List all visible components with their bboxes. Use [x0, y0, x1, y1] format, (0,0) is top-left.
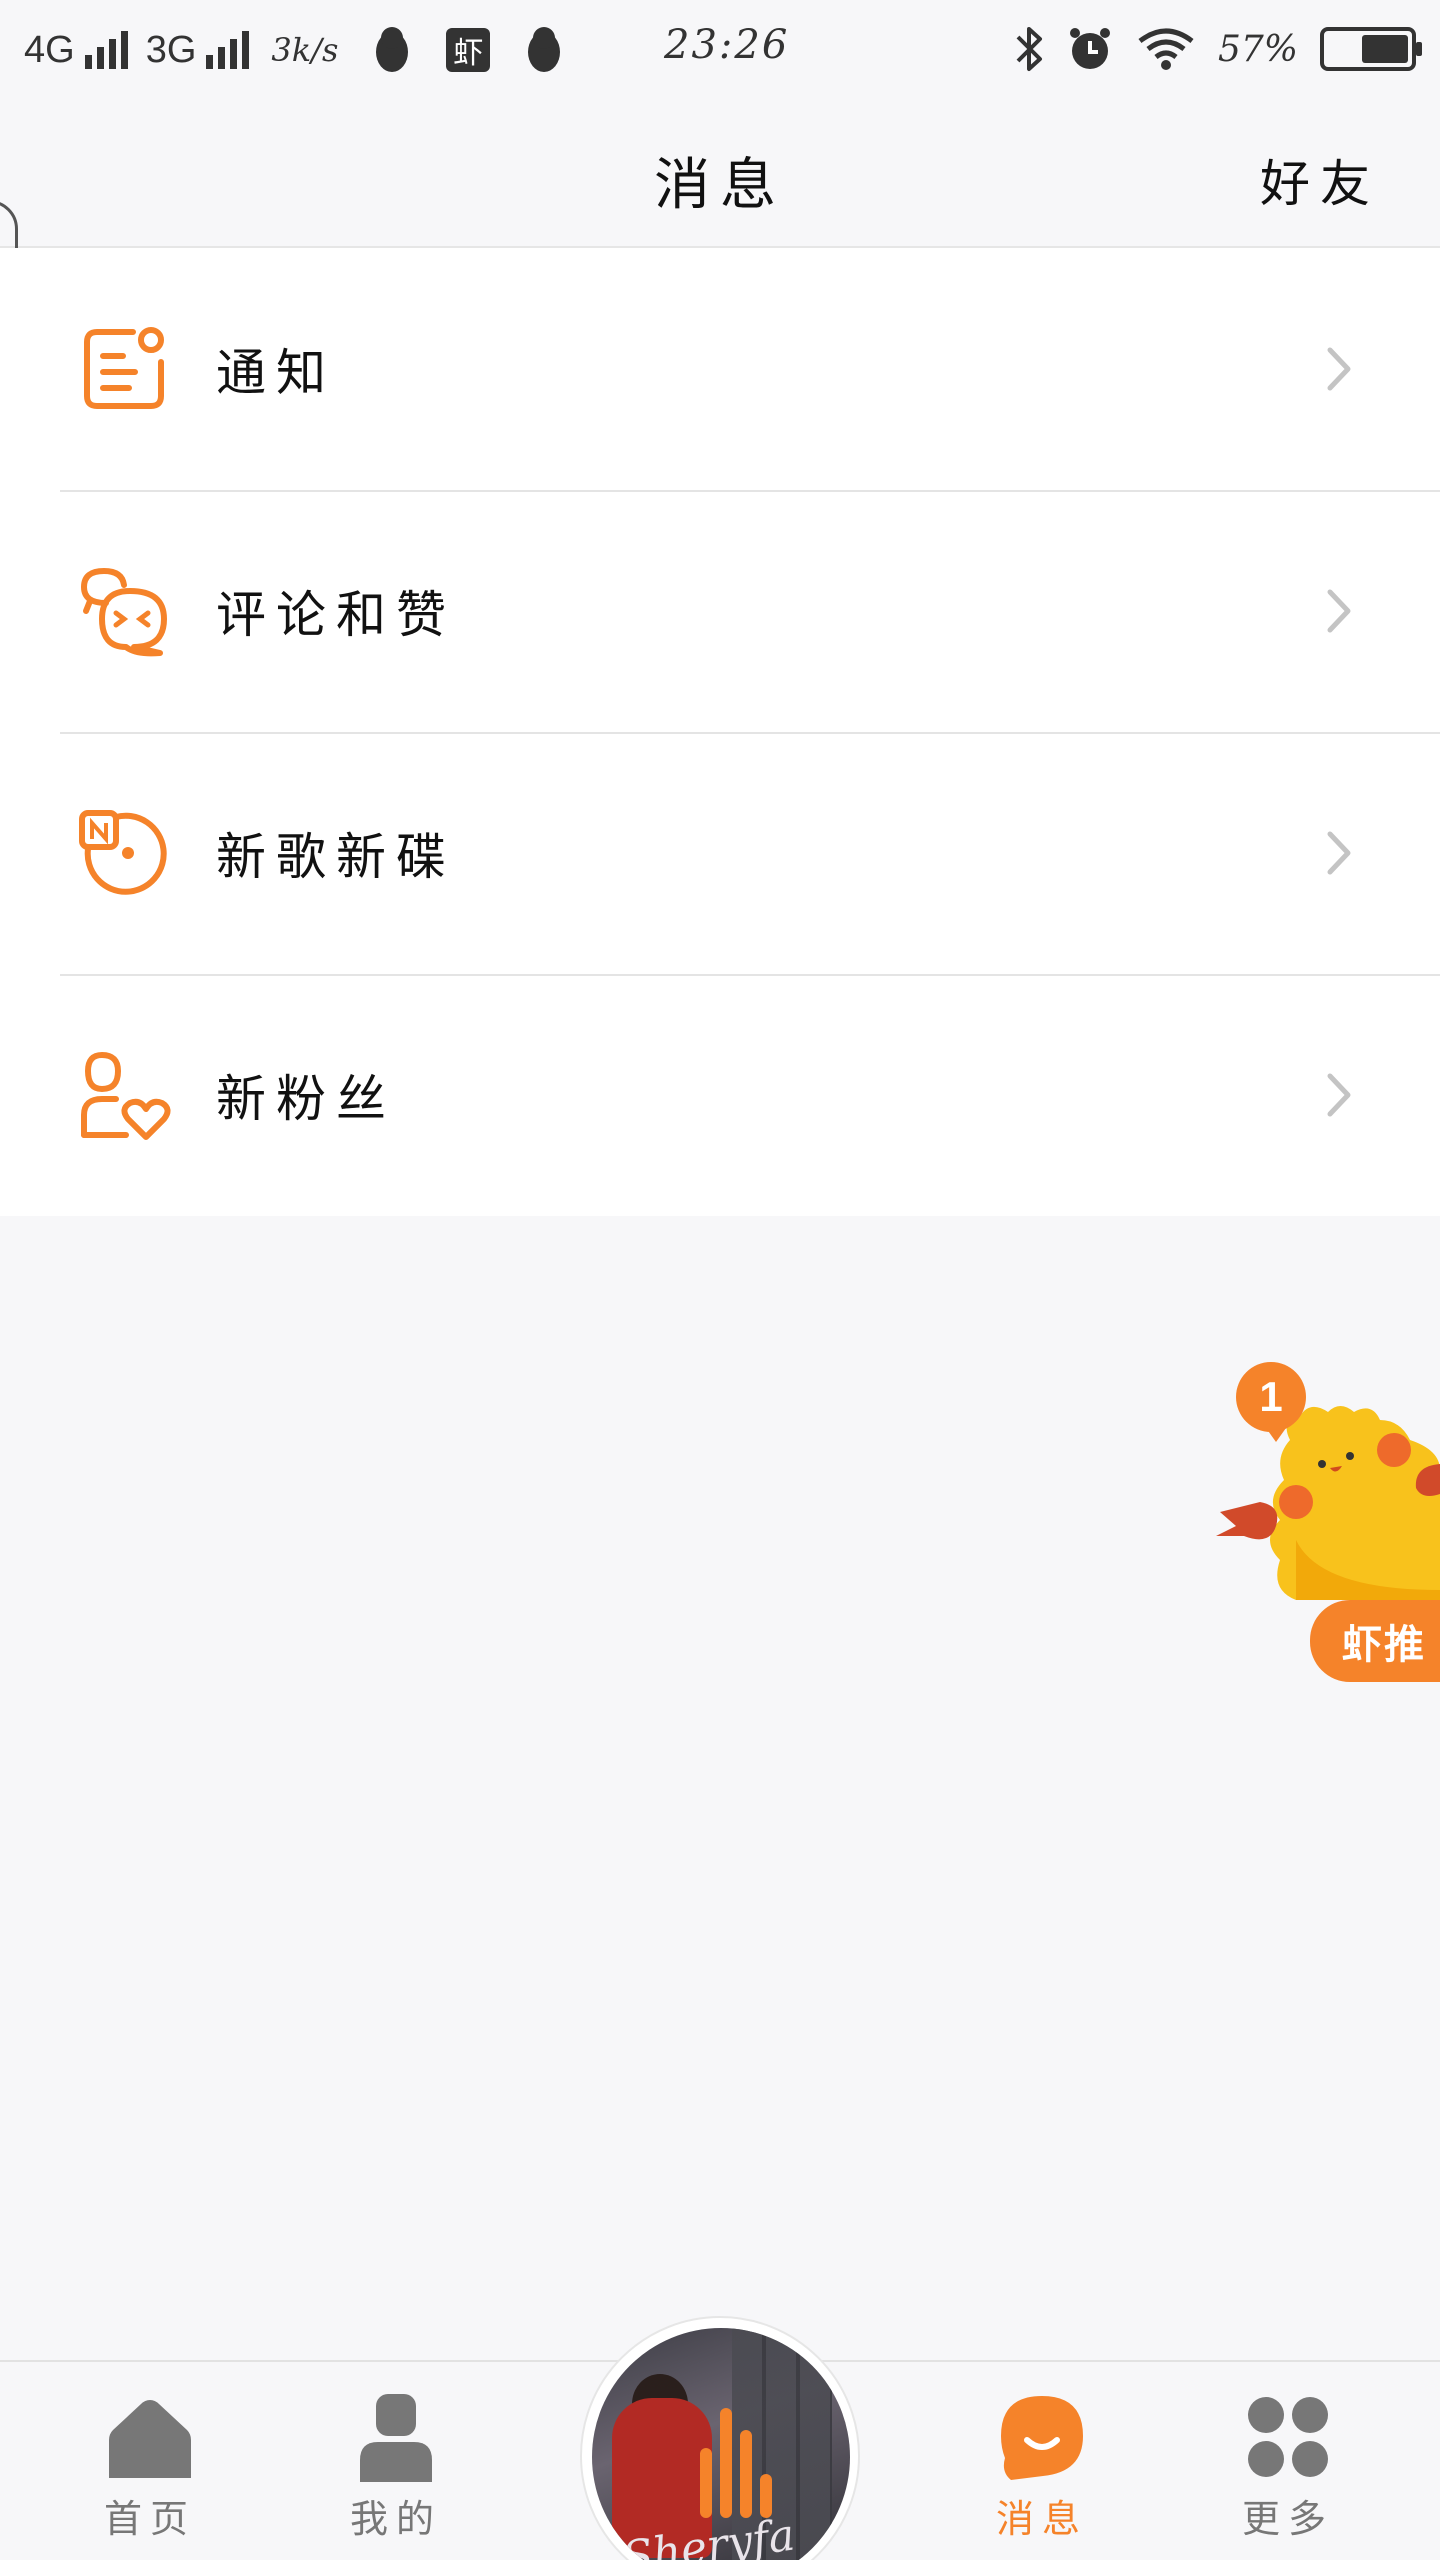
nav-label: 我的	[349, 2497, 442, 2541]
list-item-label: 新粉丝	[216, 1070, 396, 1128]
comment-like-icon	[76, 563, 172, 659]
nav-more[interactable]: 更多	[1208, 2392, 1368, 2552]
battery-fill	[1362, 35, 1408, 63]
playing-waveform-icon	[700, 2408, 772, 2518]
chick-mascot-icon	[1216, 1406, 1440, 1600]
chevron-right-icon	[1327, 589, 1351, 633]
nav-label: 更多	[1241, 2497, 1334, 2541]
page-title: 消息	[654, 153, 786, 218]
chevron-right-icon	[1327, 831, 1351, 875]
more-icon	[1243, 2392, 1333, 2482]
nav-profile[interactable]: 我的	[316, 2392, 476, 2552]
list-item-label: 新歌新碟	[216, 828, 456, 886]
bluetooth-icon	[1016, 27, 1042, 71]
status-bar: 4G 3G 3k/s 虾 23:26 57%	[0, 0, 1440, 100]
profile-icon	[351, 2392, 441, 2482]
notification-count-badge: 1	[1236, 1362, 1306, 1442]
alarm-icon	[1069, 28, 1110, 69]
nav-messages[interactable]: 消息	[962, 2392, 1122, 2552]
chevron-right-icon	[1327, 347, 1351, 391]
home-icon	[105, 2392, 195, 2482]
list-item-comments-likes[interactable]: 评论和赞	[0, 490, 1440, 732]
list-item-label: 评论和赞	[216, 586, 456, 644]
list-item-new-fans[interactable]: 新粉丝	[0, 974, 1440, 1216]
new-fans-icon	[76, 1047, 172, 1143]
nav-label: 首页	[103, 2497, 196, 2541]
qq-penguin-icon	[376, 27, 409, 72]
nav-label: 消息	[995, 2497, 1088, 2541]
battery-percent: 57%	[1217, 28, 1298, 70]
network-speed: 3k/s	[271, 31, 339, 69]
clock: 23:26	[664, 22, 790, 68]
battery-icon	[1320, 27, 1422, 71]
list-item-label: 通知	[216, 344, 336, 402]
header: 消息 好友	[0, 100, 1440, 248]
qq-penguin-icon	[528, 27, 561, 72]
recommend-mascot[interactable]: 1 虾推	[1200, 1340, 1440, 1700]
signal-strength-icon	[84, 31, 128, 69]
album-cover: Sheryfa	[592, 2328, 850, 2560]
network-type-3g: 3G	[145, 28, 197, 71]
notification-icon	[76, 321, 172, 417]
xiami-app-icon: 虾	[446, 28, 491, 72]
new-release-icon	[76, 805, 172, 901]
message-list: 通知 评论和赞 新歌新碟 新粉丝	[0, 248, 1440, 1216]
chevron-right-icon	[1327, 1073, 1351, 1117]
now-playing-disc[interactable]: Sheryfa	[580, 2316, 860, 2560]
wifi-icon	[1138, 28, 1194, 70]
message-icon	[997, 2392, 1087, 2482]
list-item-new-releases[interactable]: 新歌新碟	[0, 732, 1440, 974]
network-type-4g: 4G	[24, 28, 75, 71]
signal-strength-icon	[206, 31, 250, 69]
nav-home[interactable]: 首页	[70, 2392, 230, 2552]
list-item-notification[interactable]: 通知	[0, 248, 1440, 490]
recommend-button[interactable]: 虾推	[1310, 1600, 1440, 1682]
friends-button[interactable]: 好友	[1260, 144, 1380, 216]
